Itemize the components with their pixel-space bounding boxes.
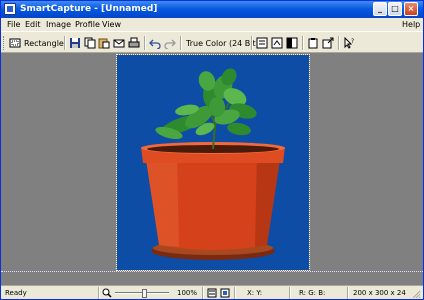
image-canvas[interactable]: [1, 53, 423, 285]
color-mode-button[interactable]: True Color (24 Bit): [186, 35, 259, 51]
toolbar-separator: [338, 36, 340, 50]
toolbar-separator: [302, 36, 304, 50]
redo-icon: [164, 39, 176, 49]
status-separator: [98, 287, 100, 299]
zoom-slider-thumb[interactable]: [141, 289, 147, 298]
selection-marquee[interactable]: [116, 54, 310, 271]
app-icon[interactable]: [4, 3, 16, 15]
rectangle-label: Rectangle: [24, 38, 64, 48]
minimize-button[interactable]: _: [373, 2, 387, 16]
clipboard-icon: [308, 38, 318, 49]
menu-profile[interactable]: Profile: [75, 19, 100, 30]
menu-view[interactable]: View: [102, 19, 121, 30]
printer-icon: [128, 37, 140, 48]
fit-to-window-icon[interactable]: [207, 288, 217, 298]
save-button[interactable]: [69, 35, 81, 51]
copy-button[interactable]: [84, 35, 96, 51]
toolbar-separator: [251, 36, 253, 50]
app-window: SmartCapture - [Unnamed] _ □ × File Edit…: [0, 0, 424, 300]
cursor-coordinates: X: Y:: [247, 289, 263, 297]
status-bar: Ready 100% X: Y: R: G: B: 200 x 300 x 24: [1, 285, 423, 299]
help-pointer-icon: ?: [344, 37, 354, 49]
email-icon: [113, 39, 125, 48]
print-button[interactable]: [128, 35, 140, 51]
invert-icon: [286, 37, 298, 49]
copy-icon: [84, 37, 96, 49]
resize-icon: [271, 37, 283, 49]
undo-button[interactable]: [149, 35, 161, 51]
zoom-icon[interactable]: [102, 288, 112, 298]
actual-size-icon[interactable]: [220, 288, 230, 298]
menu-edit[interactable]: Edit: [25, 19, 41, 30]
pixel-color-value: R: G: B:: [299, 289, 326, 297]
title-bar[interactable]: SmartCapture - [Unnamed] _ □ ×: [1, 1, 423, 18]
canvas-boundary-line: [1, 271, 423, 272]
email-button[interactable]: [113, 35, 125, 51]
save-icon: [70, 38, 80, 48]
maximize-button[interactable]: □: [388, 2, 402, 16]
window-title: SmartCapture - [Unnamed]: [20, 4, 158, 14]
toolbar-grip[interactable]: [3, 36, 6, 50]
svg-text:?: ?: [351, 38, 354, 45]
paste-icon: [98, 38, 110, 49]
export-icon: [322, 37, 334, 49]
resize-grip-icon[interactable]: [411, 289, 421, 299]
toolbar: Rectangle True Color (24 Bit) ?: [1, 31, 423, 53]
image-properties-button[interactable]: [256, 35, 268, 51]
toolbar-separator: [180, 36, 182, 50]
zoom-percent: 100%: [177, 289, 198, 297]
status-separator: [347, 287, 349, 299]
toolbar-separator: [144, 36, 146, 50]
help-button[interactable]: ?: [343, 35, 355, 51]
menu-help[interactable]: Help: [402, 19, 420, 30]
menu-image[interactable]: Image: [46, 19, 71, 30]
status-ready: Ready: [5, 289, 27, 297]
close-button[interactable]: ×: [404, 2, 418, 16]
status-separator: [289, 287, 291, 299]
redo-button[interactable]: [164, 35, 176, 51]
menu-bar: File Edit Image Profile View Help: [1, 18, 423, 31]
rectangle-capture-icon: [9, 38, 21, 48]
toolbar-separator: [64, 36, 66, 50]
undo-icon: [149, 39, 161, 49]
clipboard-button[interactable]: [307, 35, 319, 51]
status-separator: [202, 287, 204, 299]
menu-file[interactable]: File: [7, 19, 20, 30]
paste-button[interactable]: [98, 35, 110, 51]
image-properties-icon: [256, 37, 268, 49]
export-button[interactable]: [322, 35, 334, 51]
resize-button[interactable]: [271, 35, 283, 51]
color-mode-label: True Color (24 Bit): [186, 38, 259, 48]
rectangle-capture-button[interactable]: Rectangle: [9, 35, 64, 51]
invert-button[interactable]: [286, 35, 298, 51]
image-dimensions: 200 x 300 x 24: [353, 289, 406, 297]
status-separator: [234, 287, 236, 299]
